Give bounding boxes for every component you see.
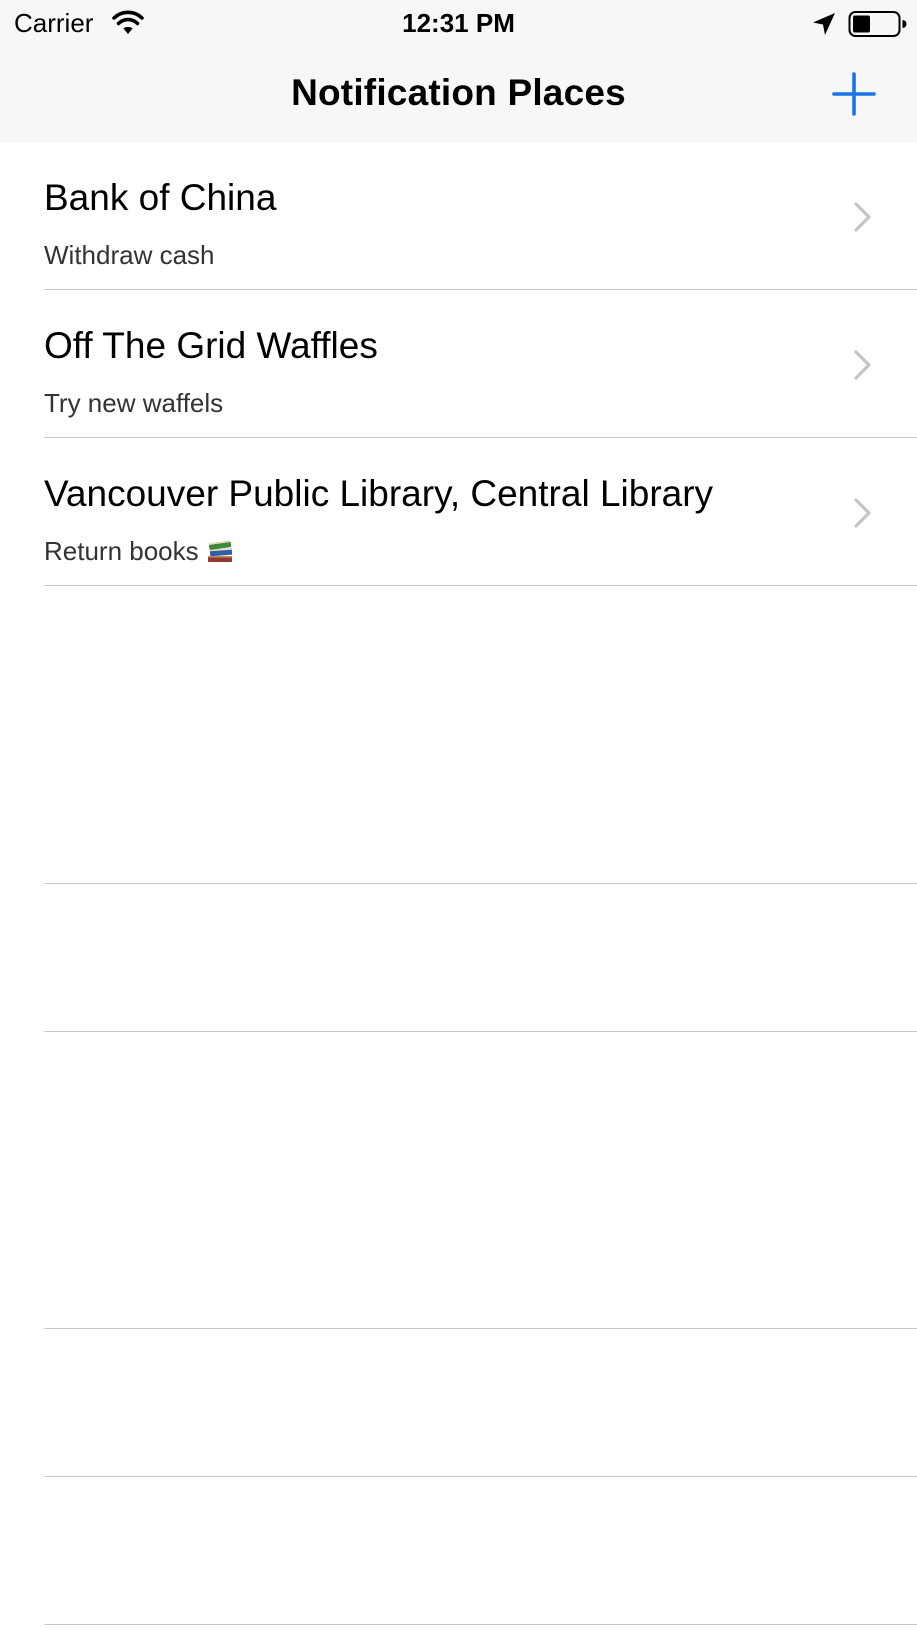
list-item[interactable]: Off The Grid Waffles Try new waffels (0, 290, 917, 438)
battery-icon (848, 11, 907, 37)
chevron-right-icon (854, 202, 871, 232)
empty-row-separator (44, 1328, 917, 1329)
plus-icon (832, 72, 876, 116)
empty-row-separator (44, 1624, 917, 1625)
empty-row-separator (44, 1031, 917, 1032)
status-time: 12:31 PM (402, 8, 515, 38)
books-icon (207, 540, 232, 562)
add-place-button[interactable] (828, 68, 880, 120)
list-item[interactable]: Bank of China Withdraw cash (0, 142, 917, 290)
chevron-right-icon (854, 350, 871, 380)
place-note: Return books (44, 536, 199, 566)
row-separator (44, 585, 917, 586)
place-name: Bank of China (44, 177, 277, 218)
empty-row-separator (44, 883, 917, 884)
place-name: Vancouver Public Library, Central Librar… (44, 473, 714, 514)
page-title: Notification Places (291, 72, 626, 113)
location-arrow-icon (813, 13, 835, 35)
navigation-bar: Notification Places (0, 46, 917, 142)
list-item[interactable]: Vancouver Public Library, Central Librar… (0, 438, 917, 586)
place-note: Withdraw cash (44, 240, 215, 270)
places-list: Bank of China Withdraw cash Off The Grid… (0, 142, 917, 586)
header-area: Carrier 12:31 PM Notification Places (0, 0, 917, 142)
chevron-right-icon (854, 498, 871, 528)
place-name: Off The Grid Waffles (44, 325, 378, 366)
place-note: Try new waffels (44, 388, 224, 418)
empty-row-separator (44, 1476, 917, 1477)
place-note-wrapper: Return books (44, 535, 235, 567)
status-bar: Carrier 12:31 PM (0, 0, 917, 46)
